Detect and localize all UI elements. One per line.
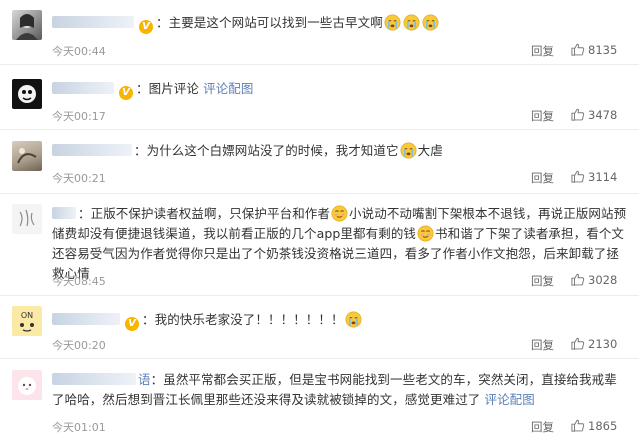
reply-button[interactable]: 回复 <box>531 108 554 124</box>
like-button[interactable]: 3028 <box>571 273 617 287</box>
like-count: 8135 <box>588 43 618 57</box>
avatar[interactable] <box>12 370 42 400</box>
view-image-link[interactable]: 评论配图 <box>203 81 253 96</box>
thumbs-up-icon <box>571 419 585 432</box>
comment-text: ：正版不保护读者权益啊，只保护平台和作者 小说动不动嘴割下架根本不退钱，再说正版网… <box>52 205 627 281</box>
divider <box>0 64 639 65</box>
smirk-face-icon <box>331 205 348 222</box>
crying-face-icon <box>400 142 417 159</box>
thumbs-up-icon <box>571 170 585 183</box>
divider <box>0 295 639 296</box>
reply-button[interactable]: 回复 <box>531 419 554 435</box>
like-button[interactable]: 2130 <box>571 337 617 351</box>
divider <box>0 193 639 194</box>
v-badge-icon: V <box>139 20 153 34</box>
divider <box>0 129 639 130</box>
svg-text:ON: ON <box>21 311 33 320</box>
view-image-link[interactable]: 评论配图 <box>484 392 534 407</box>
username-redacted[interactable] <box>52 313 120 325</box>
smirk-face-icon <box>417 225 434 242</box>
comment-time: 今天00:17 <box>52 110 106 123</box>
comment-time: 今天08:45 <box>52 275 106 288</box>
reply-button[interactable]: 回复 <box>531 43 554 59</box>
like-button[interactable]: 1865 <box>571 419 617 433</box>
thumbs-up-icon <box>571 273 585 286</box>
comment-text: V ：图片评论 评论配图 <box>52 79 627 100</box>
v-badge-icon: V <box>125 317 139 331</box>
comment-text: V ：主要是这个网站可以找到一些古早文啊 <box>52 13 627 34</box>
like-count: 2130 <box>588 337 618 351</box>
username-redacted[interactable] <box>52 373 136 385</box>
avatar[interactable] <box>12 141 42 171</box>
thumbs-up-icon <box>571 337 585 350</box>
username-tail[interactable]: 语 <box>138 372 151 387</box>
comment-time: 今天01:01 <box>52 421 106 434</box>
username-redacted[interactable] <box>52 144 132 156</box>
username-redacted[interactable] <box>52 82 114 94</box>
v-badge-icon: V <box>119 86 133 100</box>
avatar[interactable] <box>12 204 42 234</box>
like-button[interactable]: 3478 <box>571 108 617 122</box>
comment-time: 今天00:20 <box>52 339 106 352</box>
avatar[interactable] <box>12 79 42 109</box>
reply-button[interactable]: 回复 <box>531 337 554 353</box>
divider <box>0 358 639 359</box>
like-count: 3114 <box>588 170 618 184</box>
reply-button[interactable]: 回复 <box>531 170 554 186</box>
crying-face-icon <box>422 14 439 31</box>
username-redacted[interactable] <box>52 16 134 28</box>
thumbs-up-icon <box>571 108 585 121</box>
comment-text: 语：虽然平常都会买正版，但是宝书网能找到一些老文的车，突然关闭，直接给我戒辈了哈… <box>52 372 617 407</box>
like-button[interactable]: 3114 <box>571 170 617 184</box>
like-count: 3028 <box>588 273 618 287</box>
comment-time: 今天00:21 <box>52 172 106 185</box>
comment-text: ：为什么这个白嫖网站没了的时候，我才知道它 大虐 <box>52 141 627 161</box>
crying-face-icon <box>384 14 401 31</box>
avatar[interactable]: ON <box>12 306 42 336</box>
comment-time: 今天00:44 <box>52 45 106 58</box>
crying-face-icon <box>345 311 362 328</box>
like-button[interactable]: 8135 <box>571 43 617 57</box>
username-redacted[interactable] <box>52 207 76 219</box>
avatar[interactable] <box>12 10 42 40</box>
crying-face-icon <box>403 14 420 31</box>
reply-button[interactable]: 回复 <box>531 273 554 289</box>
like-count: 3478 <box>588 108 618 122</box>
like-count: 1865 <box>588 419 618 433</box>
comment-text: V ：我的快乐老家没了！！！！！！！ <box>52 310 627 331</box>
thumbs-up-icon <box>571 43 585 56</box>
